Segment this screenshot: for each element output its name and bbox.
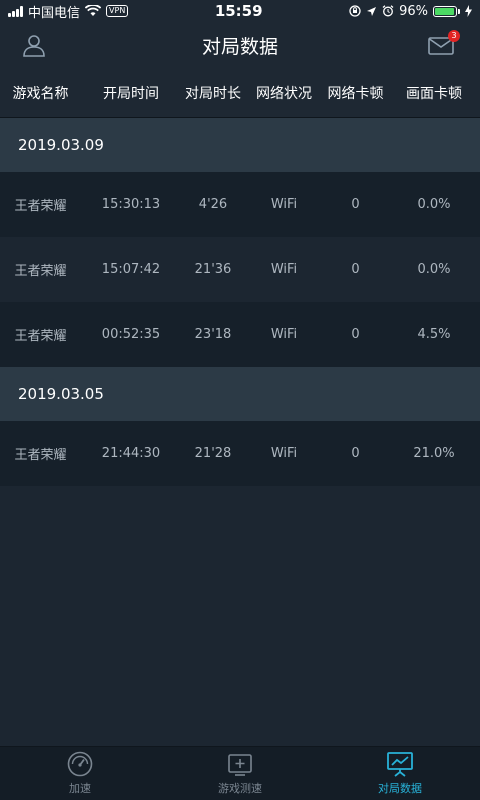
cell-network-status: WiFi (270, 327, 298, 342)
chart-board-icon (387, 752, 413, 777)
table-row[interactable]: 王者荣耀 00:52:35 23'18 WiFi 0 4.5% (0, 302, 480, 367)
bottom-tab-bar: 加速 游戏测速 对局数据 (0, 746, 480, 800)
speedometer-icon (67, 751, 93, 777)
tab-speed-test[interactable]: 游戏测速 (160, 747, 320, 800)
cell-network-lag: 0 (351, 446, 360, 461)
signal-icon (8, 5, 23, 17)
mail-badge: 3 (448, 30, 460, 42)
cell-start-time: 15:07:42 (101, 262, 161, 277)
column-header-frame-lag: 画面卡顿 (406, 85, 462, 102)
wifi-icon (85, 5, 102, 16)
rotation-lock-icon (349, 5, 361, 17)
cell-duration: 23'18 (194, 327, 232, 342)
location-icon (367, 6, 377, 16)
nav-header: 对局数据 3 (0, 22, 480, 68)
column-header-network-lag: 网络卡顿 (327, 85, 384, 102)
cell-network-lag: 0 (351, 197, 360, 212)
column-header-start-time: 开局时间 (103, 85, 159, 102)
table-row[interactable]: 王者荣耀 15:30:13 4'26 WiFi 0 0.0% (0, 172, 480, 237)
cell-frame-lag: 4.5% (417, 327, 451, 342)
table-header: 游戏名称 开局时间 对局时长 网络状况 网络卡顿 画面卡顿 (0, 68, 480, 118)
user-icon[interactable] (22, 33, 46, 57)
cell-game-name: 王者荣耀 (14, 199, 67, 214)
cell-start-time: 21:44:30 (101, 446, 161, 461)
cell-duration: 21'36 (194, 262, 232, 277)
tab-label: 游戏测速 (218, 782, 262, 795)
cell-network-status: WiFi (270, 446, 298, 461)
mail-button[interactable]: 3 (428, 30, 460, 56)
charging-icon (464, 5, 472, 17)
cell-frame-lag: 0.0% (417, 262, 451, 277)
cell-network-status: WiFi (270, 262, 298, 277)
cell-start-time: 00:52:35 (101, 327, 161, 342)
cell-start-time: 15:30:13 (101, 197, 161, 212)
cell-game-name: 王者荣耀 (14, 264, 67, 279)
column-header-duration: 对局时长 (185, 85, 241, 102)
table-row[interactable]: 王者荣耀 21:44:30 21'28 WiFi 0 21.0% (0, 421, 480, 486)
tab-label: 对局数据 (378, 782, 422, 795)
alarm-icon (382, 5, 394, 17)
cell-frame-lag: 0.0% (417, 197, 451, 212)
tab-accelerate[interactable]: 加速 (0, 747, 160, 800)
status-time: 15:59 (214, 2, 263, 20)
status-bar: 中国电信 VPN 15:59 96% (0, 0, 480, 22)
cell-network-lag: 0 (351, 262, 360, 277)
speed-test-icon (228, 754, 252, 776)
column-header-network-status: 网络状况 (256, 85, 312, 102)
cell-frame-lag: 21.0% (413, 446, 455, 461)
column-header-game-name: 游戏名称 (12, 85, 69, 102)
cell-network-lag: 0 (351, 327, 360, 342)
page-title: 对局数据 (201, 35, 278, 58)
vpn-badge: VPN (106, 5, 129, 17)
battery-icon (432, 5, 460, 17)
cell-game-name: 王者荣耀 (14, 329, 67, 344)
date-group-header: 2019.03.05 (0, 367, 480, 421)
cell-network-status: WiFi (270, 197, 298, 212)
table-row[interactable]: 王者荣耀 15:07:42 21'36 WiFi 0 0.0% (0, 237, 480, 302)
cell-duration: 21'28 (194, 446, 232, 461)
carrier-label: 中国电信 (28, 5, 81, 21)
cell-game-name: 王者荣耀 (14, 448, 67, 463)
cell-duration: 4'26 (198, 197, 228, 212)
tab-label: 加速 (69, 782, 91, 795)
date-group-header: 2019.03.09 (0, 118, 480, 172)
battery-percent: 96% (399, 3, 428, 19)
tab-match-data[interactable]: 对局数据 (320, 747, 480, 800)
